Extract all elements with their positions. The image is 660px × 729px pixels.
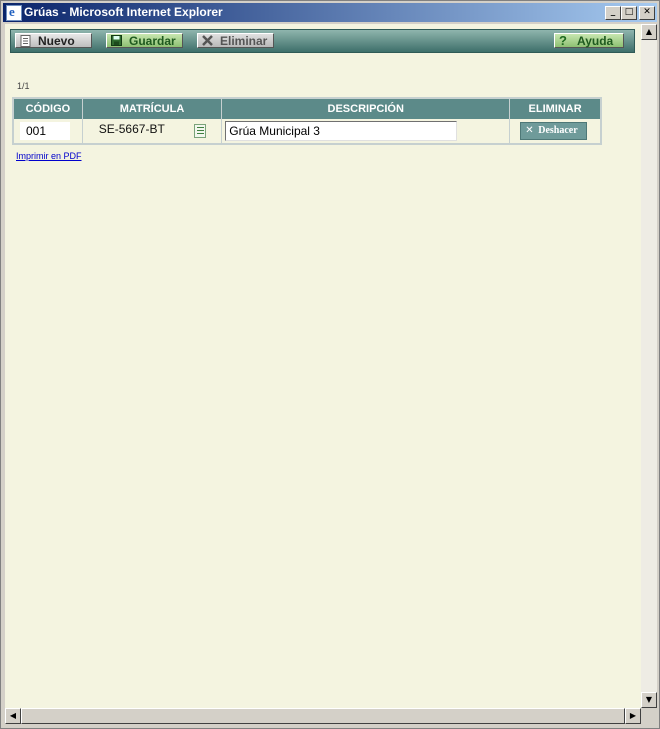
- cell-eliminar: ✕ Deshacer: [509, 119, 601, 144]
- new-button[interactable]: Nuevo: [15, 33, 92, 48]
- data-table: CÓDIGO MATRÍCULA DESCRIPCIÓN ELIMINAR 00…: [12, 97, 602, 145]
- table-header-row: CÓDIGO MATRÍCULA DESCRIPCIÓN ELIMINAR: [13, 98, 601, 119]
- page-content: Nuevo Guardar Eliminar ? Ayuda 1/1 CÓDIG…: [5, 24, 641, 708]
- cell-matricula: SE-5667-BT: [82, 119, 223, 144]
- undo-button[interactable]: ✕ Deshacer: [520, 122, 588, 140]
- browser-icon: [6, 2, 22, 21]
- header-descripcion: DESCRIPCIÓN: [221, 98, 511, 119]
- help-button[interactable]: ? Ayuda: [554, 33, 624, 48]
- help-button-label: Ayuda: [577, 34, 614, 48]
- table-row: 001 SE-5667-BT Grúa Municipal 3 ✕ Deshac…: [13, 119, 601, 144]
- undo-button-label: Deshacer: [538, 125, 578, 136]
- header-matricula: MATRÍCULA: [82, 98, 223, 119]
- help-icon: ?: [559, 33, 567, 48]
- browser-window: Grúas - Microsoft Internet Explorer _ □ …: [0, 0, 660, 729]
- scroll-left-button[interactable]: ◀: [5, 708, 21, 724]
- list-icon[interactable]: [193, 124, 206, 138]
- codigo-value: 001: [20, 122, 70, 140]
- cell-descripcion: [221, 119, 511, 144]
- save-icon: [111, 35, 122, 51]
- new-button-label: Nuevo: [38, 34, 75, 48]
- toolbar: Nuevo Guardar Eliminar ? Ayuda: [10, 29, 635, 53]
- header-codigo: CÓDIGO: [13, 98, 83, 119]
- delete-button-label: Eliminar: [220, 34, 268, 48]
- horizontal-scrollbar[interactable]: ◀ ▶: [5, 708, 641, 724]
- horizontal-scroll-thumb[interactable]: [21, 708, 625, 724]
- matricula-value: SE-5667-BT: [98, 122, 165, 136]
- header-eliminar: ELIMINAR: [509, 98, 601, 119]
- cell-codigo: 001: [13, 119, 83, 144]
- save-button[interactable]: Guardar: [106, 33, 183, 48]
- descripcion-input[interactable]: [225, 121, 458, 141]
- delete-button[interactable]: Eliminar: [197, 33, 274, 48]
- vertical-scrollbar[interactable]: ▲ ▼: [641, 24, 657, 708]
- delete-icon: [202, 35, 213, 51]
- close-button[interactable]: ✕: [639, 6, 655, 20]
- scroll-right-button[interactable]: ▶: [625, 708, 641, 724]
- minimize-button[interactable]: _: [605, 6, 621, 20]
- undo-icon: ✕: [525, 125, 534, 136]
- save-button-label: Guardar: [129, 34, 176, 48]
- window-title: Grúas - Microsoft Internet Explorer: [24, 5, 223, 19]
- print-pdf-link[interactable]: Imprimir en PDF: [16, 151, 82, 161]
- scroll-up-button[interactable]: ▲: [641, 24, 657, 40]
- title-bar: Grúas - Microsoft Internet Explorer _ □ …: [3, 2, 657, 22]
- page-icon: [20, 35, 31, 52]
- pagination-indicator: 1/1: [17, 81, 30, 91]
- maximize-button[interactable]: □: [621, 6, 637, 20]
- scroll-down-button[interactable]: ▼: [641, 692, 657, 708]
